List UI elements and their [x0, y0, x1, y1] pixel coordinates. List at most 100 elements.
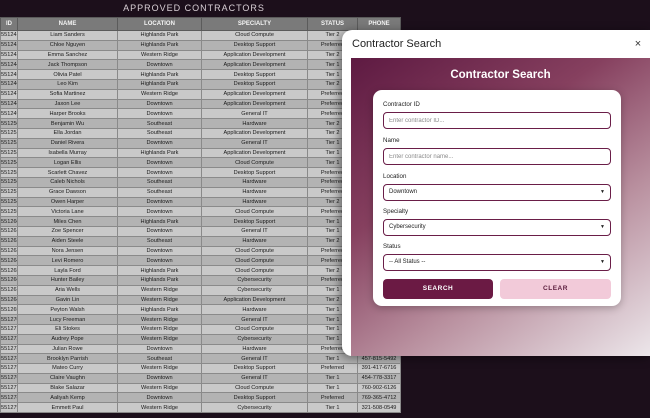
- table-cell: 551273: [0, 343, 18, 355]
- table-row[interactable]: 551256Caleb NicholsSoutheastHardwarePref…: [0, 176, 401, 188]
- table-row[interactable]: 551264Levi RomeroDowntownCloud ComputePr…: [0, 255, 401, 267]
- table-row[interactable]: 551254Logan EllisDowntownCloud ComputeTi…: [0, 157, 401, 169]
- table-cell: 551279: [0, 402, 18, 414]
- table-cell: Highlands Park: [117, 304, 202, 316]
- specialty-select[interactable]: Cybersecurity ▼: [383, 219, 611, 236]
- table-cell: Desktop Support: [201, 78, 308, 90]
- table-cell: Ella Jordan: [17, 127, 118, 139]
- table-cell: Southeast: [117, 118, 202, 129]
- table-cell: Highlands Park: [117, 274, 202, 286]
- name-input[interactable]: [383, 148, 611, 165]
- table-cell: General IT: [201, 225, 308, 237]
- table-row[interactable]: 551275Mateo CurryWestern RidgeDesktop Su…: [0, 363, 401, 374]
- column-header[interactable]: PHONE: [357, 17, 401, 31]
- contractor-id-label: Contractor ID: [383, 101, 420, 108]
- table-row[interactable]: 551268Gavin LinWestern RidgeApplication …: [0, 294, 401, 306]
- table-row[interactable]: 551242Chloe NguyenHighlands ParkDesktop …: [0, 39, 401, 51]
- column-header[interactable]: ID: [0, 17, 18, 31]
- close-icon[interactable]: ×: [632, 37, 644, 51]
- table-row[interactable]: 551276Claire VaughnDowntownGeneral ITTie…: [0, 372, 401, 384]
- table-cell: Application Development: [201, 88, 308, 100]
- column-header[interactable]: NAME: [17, 17, 118, 31]
- column-header[interactable]: SPECIALTY: [201, 17, 308, 31]
- table-cell: Cloud Compute: [201, 206, 308, 218]
- table-row[interactable]: 551248Jaxon LeeDowntownApplication Devel…: [0, 98, 401, 110]
- table-cell: General IT: [201, 137, 308, 149]
- table-row[interactable]: 551274Brooklyn ParrishSoutheastGeneral I…: [0, 353, 401, 365]
- table-row[interactable]: 551244Jack ThompsonDowntownApplication D…: [0, 59, 401, 71]
- table-cell: Application Development: [201, 294, 308, 306]
- column-header[interactable]: LOCATION: [117, 17, 202, 31]
- table-row[interactable]: 551270Lucy FreemanWestern RidgeGeneral I…: [0, 314, 401, 325]
- table-row[interactable]: 551259Victoria LaneDowntownCloud Compute…: [0, 206, 401, 218]
- table-row[interactable]: 551243Emma SanchezWestern RidgeApplicati…: [0, 49, 401, 61]
- table-row[interactable]: 551271Eli StokesWestern RidgeCloud Compu…: [0, 323, 401, 335]
- table-row[interactable]: 551251Ella JordanSoutheastApplication De…: [0, 127, 401, 139]
- table-row[interactable]: 551266Hunter BaileyHighlands ParkCyberse…: [0, 274, 401, 286]
- status-select-value: -- All Status --: [389, 259, 426, 265]
- table-row[interactable]: 551267Aria WellsWestern RidgeCybersecuri…: [0, 284, 401, 296]
- table-cell: Downtown: [117, 343, 202, 355]
- name-label: Name: [383, 137, 400, 144]
- table-cell: Grace Dawson: [17, 186, 118, 198]
- table-row[interactable]: 551253Isabella MurrayHighlands ParkAppli…: [0, 147, 401, 159]
- table-cell: 551248: [0, 98, 18, 110]
- contractor-id-input[interactable]: [383, 112, 611, 129]
- table-cell: Aria Wells: [17, 284, 118, 296]
- location-select-value: Downtown: [389, 189, 418, 195]
- table-row[interactable]: 551260Miles ChenHighlands ParkDesktop Su…: [0, 216, 401, 227]
- table-row[interactable]: 551278Aaliyah KempDowntownDesktop Suppor…: [0, 392, 401, 404]
- location-select[interactable]: Downtown ▼: [383, 184, 611, 201]
- table-row[interactable]: 551272Audrey PopeWestern RidgeCybersecur…: [0, 333, 401, 345]
- table-cell: 551253: [0, 147, 18, 159]
- table-cell: Western Ridge: [117, 88, 202, 100]
- table-cell: 551257: [0, 186, 18, 198]
- table-row[interactable]: 551257Grace DawsonSoutheastHardwarePrefe…: [0, 186, 401, 198]
- table-cell: Desktop Support: [201, 39, 308, 51]
- clear-button[interactable]: CLEAR: [500, 279, 611, 299]
- table-row[interactable]: 551250Benjamin WuSoutheastHardwareTier 2: [0, 118, 401, 129]
- column-header[interactable]: STATUS: [307, 17, 358, 31]
- search-button[interactable]: SEARCH: [383, 279, 493, 299]
- table-cell: Southeast: [117, 176, 202, 188]
- table-cell: Hardware: [201, 304, 308, 316]
- table-cell: Cloud Compute: [201, 30, 308, 41]
- table-row[interactable]: 551246Leo KimHighlands ParkDesktop Suppo…: [0, 78, 401, 90]
- table-cell: 551242: [0, 39, 18, 51]
- table-cell: Mateo Curry: [17, 363, 118, 374]
- table-cell: Cloud Compute: [201, 255, 308, 267]
- table-cell: Highlands Park: [117, 78, 202, 90]
- table-row[interactable]: 551249Harper BrooksDowntownGeneral ITPre…: [0, 108, 401, 120]
- table-cell: Aaliyah Kemp: [17, 392, 118, 404]
- table-cell: 551274: [0, 353, 18, 365]
- table-cell: Tier 1: [307, 382, 358, 394]
- table-row[interactable]: 551279Emmett PaulWestern RidgeCybersecur…: [0, 402, 401, 414]
- table-cell: Blake Salazar: [17, 382, 118, 394]
- table-row[interactable]: 551273Julian RoweDowntownHardwarePreferr…: [0, 343, 401, 355]
- table-cell: 551270: [0, 314, 18, 325]
- table-row[interactable]: 551261Zoe SpencerDowntownGeneral ITTier …: [0, 225, 401, 237]
- table-row[interactable]: 551262Aiden SteeleSoutheastHardwareTier …: [0, 235, 401, 247]
- table-row[interactable]: 551265Layla FordHighlands ParkCloud Comp…: [0, 265, 401, 276]
- table-row[interactable]: 551247Sofia MartinezWestern RidgeApplica…: [0, 88, 401, 100]
- table-row[interactable]: 551241Liam SandersHighlands ParkCloud Co…: [0, 30, 401, 41]
- table-cell: Hardware: [201, 196, 308, 208]
- table-cell: 551245: [0, 69, 18, 80]
- table-row[interactable]: 551245Olivia PatelHighlands ParkDesktop …: [0, 69, 401, 80]
- table-cell: 551267: [0, 284, 18, 296]
- table-cell: Downtown: [117, 196, 202, 208]
- table-row[interactable]: 551255Scarlett ChavezDowntownDesktop Sup…: [0, 167, 401, 178]
- table-cell: 551265: [0, 265, 18, 276]
- table-row[interactable]: 551252Daniel RiveraDowntownGeneral ITTie…: [0, 137, 401, 149]
- table-cell: Desktop Support: [201, 216, 308, 227]
- table-cell: Western Ridge: [117, 402, 202, 414]
- table-row[interactable]: 551269Peyton WalshHighlands ParkHardware…: [0, 304, 401, 316]
- table-title: APPROVED CONTRACTORS: [123, 3, 265, 13]
- table-cell: Cloud Compute: [201, 382, 308, 394]
- table-row[interactable]: 551277Blake SalazarWestern RidgeCloud Co…: [0, 382, 401, 394]
- table-row[interactable]: 551258Owen HarperDowntownHardwareTier 2: [0, 196, 401, 208]
- table-cell: 551252: [0, 137, 18, 149]
- table-row[interactable]: 551263Nora JensenDowntownCloud ComputePr…: [0, 245, 401, 257]
- table-cell: Desktop Support: [201, 392, 308, 404]
- status-select[interactable]: -- All Status -- ▼: [383, 254, 611, 271]
